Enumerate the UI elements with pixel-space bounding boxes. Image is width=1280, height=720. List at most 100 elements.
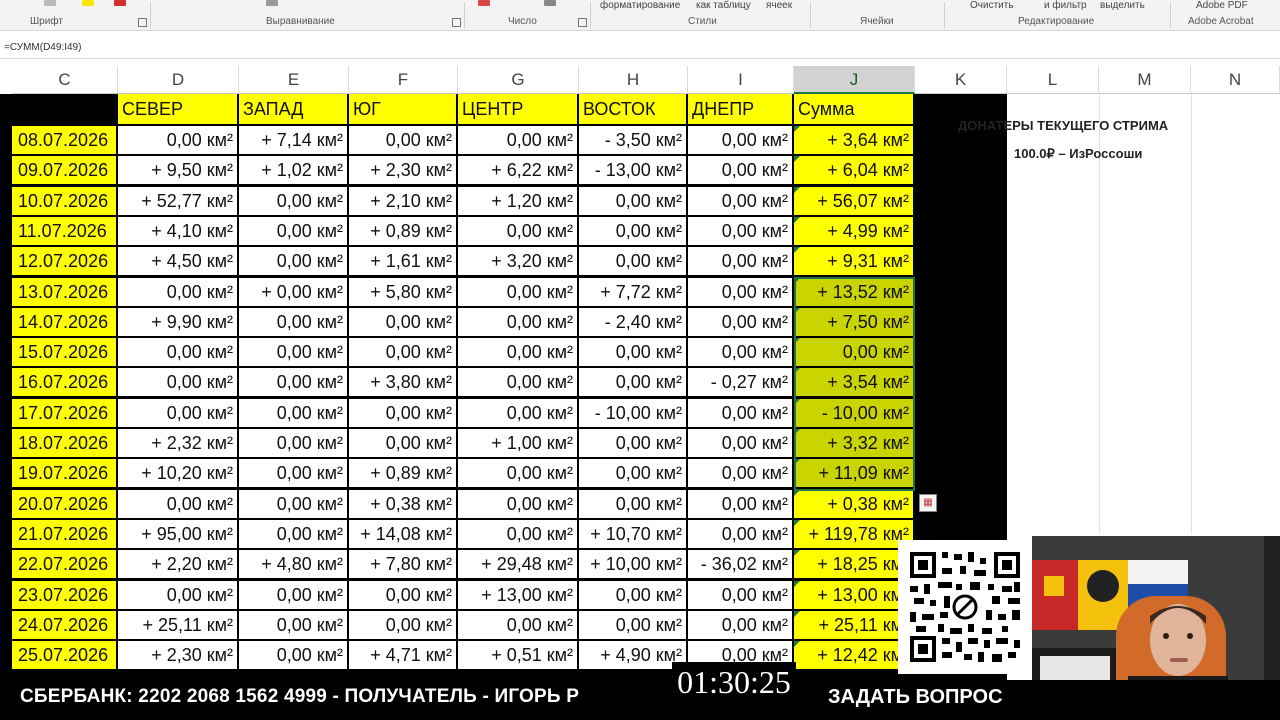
cell-center[interactable]: 0,00 км² xyxy=(458,338,577,367)
cell-south[interactable]: + 0,38 км² xyxy=(349,489,456,518)
cell-center[interactable]: 0,00 км² xyxy=(458,216,577,245)
cell-dnepr[interactable]: 0,00 км² xyxy=(688,307,792,336)
cell-south[interactable]: + 4,71 км² xyxy=(349,641,456,670)
header-dnepr[interactable]: ДНЕПР xyxy=(688,94,794,124)
cell-date[interactable]: 13.07.2026 xyxy=(12,277,116,306)
alignment-launcher-icon[interactable] xyxy=(452,18,461,27)
cell-center[interactable]: 0,00 км² xyxy=(458,610,577,639)
cell-center[interactable]: 0,00 км² xyxy=(458,519,577,548)
ribbon-item-cell-styles[interactable]: ячеек xyxy=(766,0,792,11)
cell-west[interactable]: 0,00 км² xyxy=(239,307,347,336)
cell-east[interactable]: + 4,90 км² xyxy=(579,641,686,670)
cell-west[interactable]: 0,00 км² xyxy=(239,368,347,397)
cell-dnepr[interactable]: 0,00 км² xyxy=(688,398,792,427)
cell-south[interactable]: + 0,89 км² xyxy=(349,216,456,245)
cell-south[interactable]: + 5,80 км² xyxy=(349,277,456,306)
cell-west[interactable]: 0,00 км² xyxy=(239,489,347,518)
cell-north[interactable]: 0,00 км² xyxy=(118,368,237,397)
cell-west[interactable]: + 4,80 км² xyxy=(239,550,347,579)
cell-south[interactable]: 0,00 км² xyxy=(349,429,456,457)
cell-center[interactable]: + 0,51 км² xyxy=(458,641,577,670)
cell-dnepr[interactable]: 0,00 км² xyxy=(688,277,792,306)
cell-sum[interactable]: + 12,42 км² xyxy=(794,641,913,670)
cell-south[interactable]: + 2,30 км² xyxy=(349,156,456,185)
cell-date[interactable]: 17.07.2026 xyxy=(12,398,116,427)
cell-east[interactable]: 0,00 км² xyxy=(579,459,686,488)
column-header-n[interactable]: N xyxy=(1191,66,1280,94)
cell-south[interactable]: + 2,10 км² xyxy=(349,186,456,215)
cell-west[interactable]: 0,00 км² xyxy=(239,338,347,367)
cell-center[interactable]: + 1,00 км² xyxy=(458,429,577,457)
cell-north[interactable]: 0,00 км² xyxy=(118,398,237,427)
cell-east[interactable]: 0,00 км² xyxy=(579,489,686,518)
cell-east[interactable]: 0,00 км² xyxy=(579,186,686,215)
cell-east[interactable]: 0,00 км² xyxy=(579,429,686,457)
highlight-icon[interactable] xyxy=(82,0,94,6)
cell-west[interactable]: 0,00 км² xyxy=(239,186,347,215)
cell-center[interactable]: + 13,00 км² xyxy=(458,580,577,609)
cell-center[interactable]: 0,00 км² xyxy=(458,398,577,427)
cell-west[interactable]: 0,00 км² xyxy=(239,580,347,609)
cell-south[interactable]: 0,00 км² xyxy=(349,126,456,154)
cell-dnepr[interactable]: - 0,27 км² xyxy=(688,368,792,397)
column-header-d[interactable]: D xyxy=(118,66,239,94)
column-header-g[interactable]: G xyxy=(458,66,579,94)
cell-center[interactable]: 0,00 км² xyxy=(458,489,577,518)
cell-north[interactable]: 0,00 км² xyxy=(118,277,237,306)
header-east[interactable]: ВОСТОК xyxy=(579,94,688,124)
cell-date[interactable]: 16.07.2026 xyxy=(12,368,116,397)
header-sum[interactable]: Сумма xyxy=(794,94,915,124)
ribbon-item-filter[interactable]: и фильтр xyxy=(1044,0,1087,11)
header-west[interactable]: ЗАПАД xyxy=(239,94,349,124)
cell-sum[interactable]: + 3,54 км² xyxy=(794,368,913,397)
cell-center[interactable]: 0,00 км² xyxy=(458,277,577,306)
cell-dnepr[interactable]: 0,00 км² xyxy=(688,216,792,245)
cell-east[interactable]: + 7,72 км² xyxy=(579,277,686,306)
number-launcher-icon[interactable] xyxy=(578,18,587,27)
column-header-e[interactable]: E xyxy=(239,66,349,94)
ribbon-item-clear[interactable]: Очистить xyxy=(970,0,1014,11)
cell-sum[interactable]: + 0,38 км² xyxy=(794,489,913,518)
cell-sum[interactable]: + 13,52 км² xyxy=(794,277,913,306)
cell-dnepr[interactable]: 0,00 км² xyxy=(688,459,792,488)
cell-east[interactable]: 0,00 км² xyxy=(579,368,686,397)
header-center[interactable]: ЦЕНТР xyxy=(458,94,579,124)
cell-date[interactable]: 25.07.2026 xyxy=(12,641,116,670)
cell-sum[interactable]: + 3,32 км² xyxy=(794,429,913,457)
cell-sum[interactable]: + 119,78 км² xyxy=(794,519,913,548)
column-header-l[interactable]: L xyxy=(1007,66,1099,94)
cell-north[interactable]: 0,00 км² xyxy=(118,126,237,154)
cell-center[interactable]: 0,00 км² xyxy=(458,368,577,397)
cell-east[interactable]: - 13,00 км² xyxy=(579,156,686,185)
column-header-h[interactable]: H xyxy=(579,66,688,94)
cell-center[interactable]: + 1,20 км² xyxy=(458,186,577,215)
cell-date[interactable]: 15.07.2026 xyxy=(12,338,116,367)
cell-east[interactable]: 0,00 км² xyxy=(579,610,686,639)
cell-east[interactable]: 0,00 км² xyxy=(579,216,686,245)
formula-bar[interactable]: =СУММ(D49:I49) xyxy=(0,38,1280,59)
cell-dnepr[interactable]: 0,00 км² xyxy=(688,610,792,639)
cell-dnepr[interactable]: 0,00 км² xyxy=(688,338,792,367)
column-header-c[interactable]: C xyxy=(12,66,118,94)
cell-west[interactable]: + 1,02 км² xyxy=(239,156,347,185)
cell-south[interactable]: 0,00 км² xyxy=(349,398,456,427)
cell-date[interactable]: 12.07.2026 xyxy=(12,247,116,276)
cell-north[interactable]: + 95,00 км² xyxy=(118,519,237,548)
cell-east[interactable]: 0,00 км² xyxy=(579,338,686,367)
cell-north[interactable]: + 2,20 км² xyxy=(118,550,237,579)
cell-north[interactable]: + 4,10 км² xyxy=(118,216,237,245)
cell-north[interactable]: + 2,32 км² xyxy=(118,429,237,457)
cell-dnepr[interactable]: 0,00 км² xyxy=(688,156,792,185)
cell-south[interactable]: 0,00 км² xyxy=(349,580,456,609)
cell-date[interactable]: 11.07.2026 xyxy=(12,216,116,245)
cell-west[interactable]: 0,00 км² xyxy=(239,216,347,245)
align-icon[interactable] xyxy=(266,0,278,6)
cell-north[interactable]: + 25,11 км² xyxy=(118,610,237,639)
cell-south[interactable]: 0,00 км² xyxy=(349,338,456,367)
cell-west[interactable]: 0,00 км² xyxy=(239,459,347,488)
cell-dnepr[interactable]: 0,00 км² xyxy=(688,247,792,276)
cell-center[interactable]: + 6,22 км² xyxy=(458,156,577,185)
cell-sum[interactable]: + 7,50 км² xyxy=(794,307,913,336)
cell-dnepr[interactable]: 0,00 км² xyxy=(688,429,792,457)
font-color-icon[interactable] xyxy=(114,0,126,6)
